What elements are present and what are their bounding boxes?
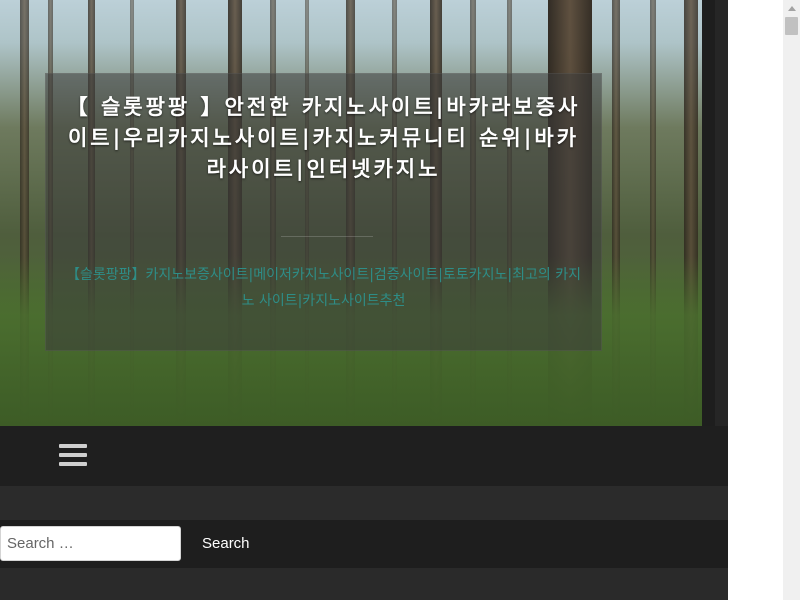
- site-branding-box: 【 슬롯팡팡 】안전한 카지노사이트|바카라보증사이트|우리카지노사이트|카지노…: [45, 73, 602, 351]
- search-button[interactable]: Search: [192, 526, 260, 561]
- scroll-up-arrow-icon[interactable]: [783, 0, 800, 17]
- vertical-scrollbar[interactable]: [783, 0, 800, 600]
- title-divider: [281, 236, 373, 237]
- hamburger-menu-icon[interactable]: [59, 444, 87, 468]
- header-hero-image: 【 슬롯팡팡 】안전한 카지노사이트|바카라보증사이트|우리카지노사이트|카지노…: [0, 0, 715, 426]
- site-title[interactable]: 【 슬롯팡팡 】안전한 카지노사이트|바카라보증사이트|우리카지노사이트|카지노…: [66, 92, 581, 185]
- search-form: Search: [0, 520, 728, 568]
- site-description: 【슬롯팡팡】카지노보증사이트|메이저카지노사이트|검증사이트|토토카지노|최고의…: [66, 267, 581, 309]
- main-navigation: [0, 426, 728, 486]
- search-input[interactable]: [0, 526, 181, 561]
- page: 【 슬롯팡팡 】안전한 카지노사이트|바카라보증사이트|우리카지노사이트|카지노…: [0, 0, 728, 600]
- right-gutter: [728, 0, 783, 600]
- secondary-strip: [0, 486, 728, 520]
- scroll-thumb[interactable]: [785, 17, 798, 35]
- content-area: [0, 568, 728, 600]
